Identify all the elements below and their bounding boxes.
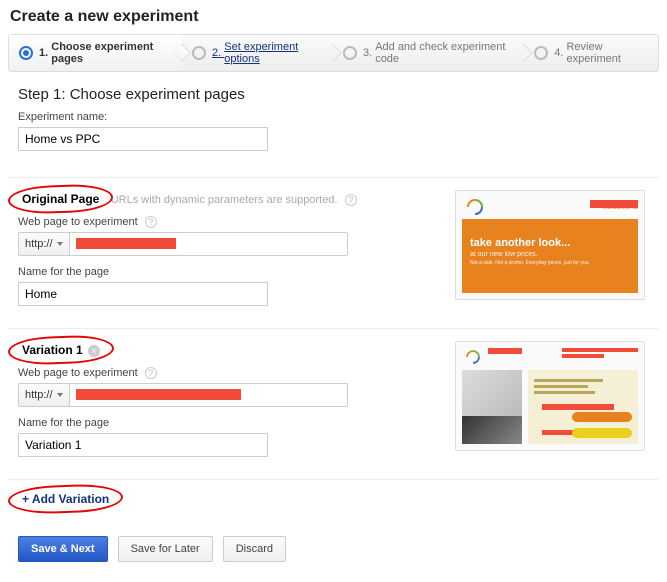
original-name-input[interactable] [18,282,268,306]
step-num: 3. [363,47,372,59]
variation-name-input[interactable] [18,433,268,457]
chevron-down-icon [57,393,63,397]
preview-headline: take another look... [470,237,630,249]
variation-1-section: Variation 1 × Web page to experiment ? h… [18,333,649,471]
original-page-section: Original Page URLs with dynamic paramete… [18,182,649,320]
experiment-name-label: Experiment name: [18,111,649,123]
protocol-value: http:// [25,238,53,250]
save-next-button[interactable]: Save & Next [18,536,108,562]
annotation-circle: Original Page [18,190,103,208]
original-url-input[interactable] [69,232,348,256]
webpage-label: Web page to experiment [18,367,138,379]
action-bar: Save & Next Save for Later Discard [18,532,649,562]
step-label: Choose experiment pages [51,41,172,65]
help-icon[interactable]: ? [145,367,157,379]
logo-icon [462,197,488,217]
step-circle-icon [19,46,33,60]
url-hint-text: URLs with dynamic parameters are support… [111,194,338,206]
step-heading: Step 1: Choose experiment pages [18,86,649,103]
annotation-circle: Variation 1 × [18,341,104,359]
original-page-preview: welcome to take another look... at our n… [455,190,645,300]
step-circle-icon [534,46,548,60]
step-num: 1. [39,47,48,59]
step-2[interactable]: 2. Set experiment options [182,35,333,71]
annotation-circle: + Add Variation [18,490,113,508]
step-circle-icon [343,46,357,60]
step-circle-icon [192,46,206,60]
variation-page-preview [455,341,645,451]
wizard-stepper: 1. Choose experiment pages 2. Set experi… [8,34,659,72]
help-icon[interactable]: ? [145,216,157,228]
preview-sub: at our new low prices. [470,251,630,258]
chevron-down-icon [57,242,63,246]
experiment-name-input[interactable] [18,127,268,151]
protocol-select[interactable]: http:// [18,383,69,407]
page-name-label: Name for the page [18,417,439,429]
step-1[interactable]: 1. Choose experiment pages [9,35,182,71]
step-num: 4. [554,47,563,59]
divider [8,177,659,178]
divider [8,479,659,480]
protocol-value: http:// [25,389,53,401]
protocol-select[interactable]: http:// [18,232,69,256]
discard-button[interactable]: Discard [223,536,286,562]
help-icon[interactable]: ? [345,194,357,206]
step-3[interactable]: 3. Add and check experiment code [333,35,524,71]
step-label: Review experiment [566,41,648,65]
step-num: 2. [212,47,221,59]
logo-icon [462,348,484,366]
step-4[interactable]: 4. Review experiment [524,35,658,71]
remove-variation-icon[interactable]: × [88,345,100,357]
page-title: Create a new experiment [10,8,659,26]
variation-title: Variation 1 [22,343,83,357]
add-variation-link[interactable]: + Add Variation [22,492,109,506]
save-later-button[interactable]: Save for Later [118,536,213,562]
step-label: Add and check experiment code [375,41,514,65]
original-page-title: Original Page [22,192,99,206]
step-label: Set experiment options [224,41,323,65]
page-name-label: Name for the page [18,266,439,278]
divider [8,328,659,329]
variation-url-input[interactable] [69,383,348,407]
webpage-label: Web page to experiment [18,216,138,228]
